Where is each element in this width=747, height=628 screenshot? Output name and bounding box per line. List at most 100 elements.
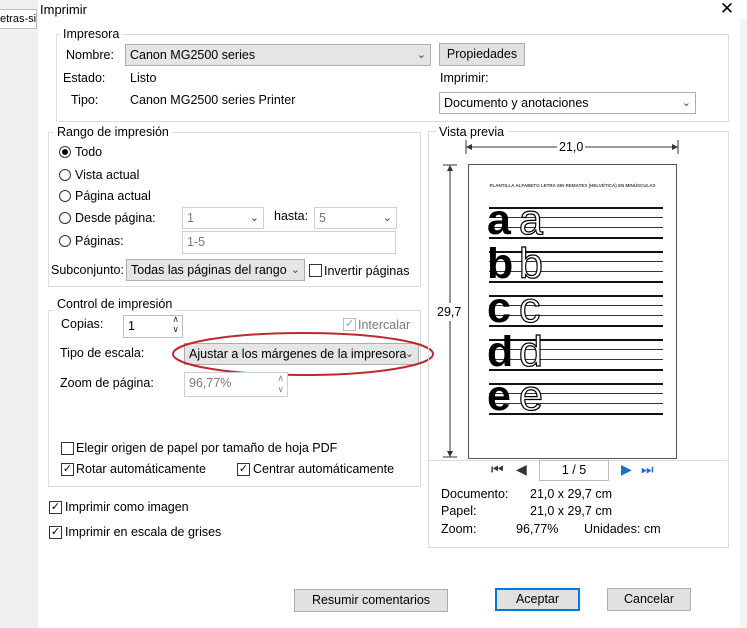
- page-indicator[interactable]: 1 / 5: [539, 460, 609, 481]
- last-page-icon[interactable]: ⏭: [641, 461, 654, 478]
- subset-label: Subconjunto:: [51, 263, 124, 277]
- chevron-down-icon: ⌄: [681, 97, 691, 109]
- guide-line: [489, 261, 663, 262]
- from-page-select[interactable]: 1 ⌄: [182, 207, 264, 229]
- grayscale-checkbox[interactable]: ✓: [49, 526, 62, 539]
- guide-line: [489, 325, 663, 327]
- printer-status-value: Listo: [130, 71, 157, 85]
- page-zoom-input[interactable]: 96,77% ∧ ∨: [184, 372, 288, 397]
- properties-button[interactable]: Propiedades: [439, 43, 525, 66]
- letter-outline: b: [518, 240, 543, 288]
- range-all-radio[interactable]: [59, 146, 71, 158]
- copies-value: 1: [128, 319, 135, 333]
- auto-center-checkbox[interactable]: ✓: [237, 463, 250, 476]
- guide-line: [489, 305, 663, 306]
- print-control-title: Control de impresión: [54, 297, 176, 311]
- invert-pages-checkbox[interactable]: [309, 264, 322, 277]
- print-what-select[interactable]: Documento y anotaciones ⌄: [439, 92, 696, 114]
- annotation-ellipse: [172, 332, 434, 376]
- document-size-value: 21,0 x 29,7 cm: [530, 487, 612, 501]
- dialog-title: Imprimir: [40, 2, 87, 17]
- units-value: cm: [644, 522, 661, 536]
- preview-zoom-label: Zoom:: [441, 522, 477, 536]
- guide-line: [489, 403, 663, 404]
- preview-page-heading: PLANTILLA ALFABETO LETRA SIN REMATES (HE…: [489, 183, 656, 188]
- letter-outline: d: [518, 328, 543, 376]
- letter-outline: e: [518, 372, 543, 420]
- background-window: [0, 0, 39, 628]
- chevron-down-icon: ⌄: [416, 49, 426, 61]
- guide-line: [489, 237, 663, 239]
- next-page-icon[interactable]: ▶: [621, 461, 632, 478]
- close-icon[interactable]: ✕: [715, 0, 739, 19]
- invert-pages-label: Invertir páginas: [324, 264, 410, 278]
- guide-line: [489, 339, 663, 341]
- preview-page: PLANTILLA ALFABETO LETRA SIN REMATES (HE…: [468, 164, 677, 459]
- guide-line: [489, 369, 663, 371]
- range-from-page-label: Desde página:: [75, 211, 156, 225]
- guide-line: [489, 295, 663, 297]
- letter-outline: a: [518, 196, 543, 244]
- printer-status-label: Estado:: [63, 71, 106, 85]
- to-page-label: hasta:: [274, 209, 309, 223]
- accept-button[interactable]: Aceptar: [495, 588, 580, 611]
- print-what-label: Imprimir:: [440, 71, 489, 85]
- range-current-page-label: Página actual: [75, 189, 151, 203]
- letter-solid: b: [487, 240, 514, 288]
- pages-input[interactable]: 1-5: [182, 231, 396, 254]
- paper-size-label: Papel:: [441, 504, 477, 518]
- summarize-comments-button[interactable]: Resumir comentarios: [294, 589, 448, 612]
- range-current-view-radio[interactable]: [59, 169, 71, 181]
- print-as-image-checkbox[interactable]: ✓: [49, 501, 62, 514]
- preview-zoom-value: 96,77%: [516, 522, 559, 536]
- guide-line: [489, 281, 663, 283]
- page-zoom-value: 96,77%: [189, 376, 232, 390]
- to-page-select[interactable]: 5 ⌄: [314, 207, 397, 229]
- preview-height-value: 29,7: [437, 303, 462, 321]
- guide-line: [489, 393, 663, 394]
- range-pages-label: Páginas:: [75, 234, 124, 248]
- subset-select[interactable]: Todas las páginas del rango ⌄: [126, 259, 305, 281]
- letter-solid: d: [487, 328, 514, 376]
- grayscale-label: Imprimir en escala de grises: [65, 525, 222, 539]
- printer-type-label: Tipo:: [71, 93, 99, 107]
- printer-name-select[interactable]: Canon MG2500 series ⌄: [125, 44, 431, 66]
- units-label: Unidades:: [584, 522, 641, 536]
- print-range-title: Rango de impresión: [54, 125, 172, 139]
- range-all-label: Todo: [75, 145, 103, 159]
- guide-line: [489, 349, 663, 350]
- letter-row: ee: [469, 372, 676, 423]
- printer-name-value: Canon MG2500 series: [130, 48, 256, 62]
- print-as-image-label: Imprimir como imagen: [65, 500, 189, 514]
- cancel-button[interactable]: Cancelar: [607, 588, 691, 611]
- guide-line: [489, 251, 663, 253]
- guide-line: [489, 383, 663, 385]
- chevron-down-icon: ⌄: [382, 212, 392, 224]
- letter-solid: a: [487, 196, 511, 244]
- range-current-view-label: Vista actual: [75, 168, 140, 182]
- scale-type-label: Tipo de escala:: [60, 346, 145, 360]
- chevron-down-icon: ⌄: [249, 212, 259, 224]
- paper-size-value: 21,0 x 29,7 cm: [530, 504, 612, 518]
- guide-line: [489, 207, 663, 209]
- auto-center-label: Centrar automáticamente: [253, 462, 395, 476]
- range-from-page-radio[interactable]: [59, 212, 71, 224]
- letter-solid: c: [487, 284, 511, 332]
- guide-line: [489, 315, 663, 316]
- range-pages-radio[interactable]: [59, 235, 71, 247]
- print-what-value: Documento y anotaciones: [444, 96, 589, 110]
- copies-label: Copias:: [61, 317, 104, 331]
- background-tab[interactable]: etras-sin: [0, 9, 37, 29]
- letter-solid: e: [487, 372, 511, 420]
- printer-group-title: Impresora: [60, 27, 123, 41]
- previous-page-icon[interactable]: ◀: [516, 461, 527, 478]
- printer-type-value: Canon MG2500 series Printer: [130, 93, 296, 107]
- spinner-icon[interactable]: ∧ ∨: [277, 373, 284, 395]
- guide-line: [489, 217, 663, 218]
- paper-source-checkbox[interactable]: [61, 442, 74, 455]
- range-current-page-radio[interactable]: [59, 190, 71, 202]
- preview-width-value: 21,0: [557, 140, 586, 154]
- background-tab-label: etras-sin: [0, 13, 37, 25]
- auto-rotate-checkbox[interactable]: ✓: [61, 463, 74, 476]
- first-page-icon[interactable]: ⏮: [491, 461, 504, 478]
